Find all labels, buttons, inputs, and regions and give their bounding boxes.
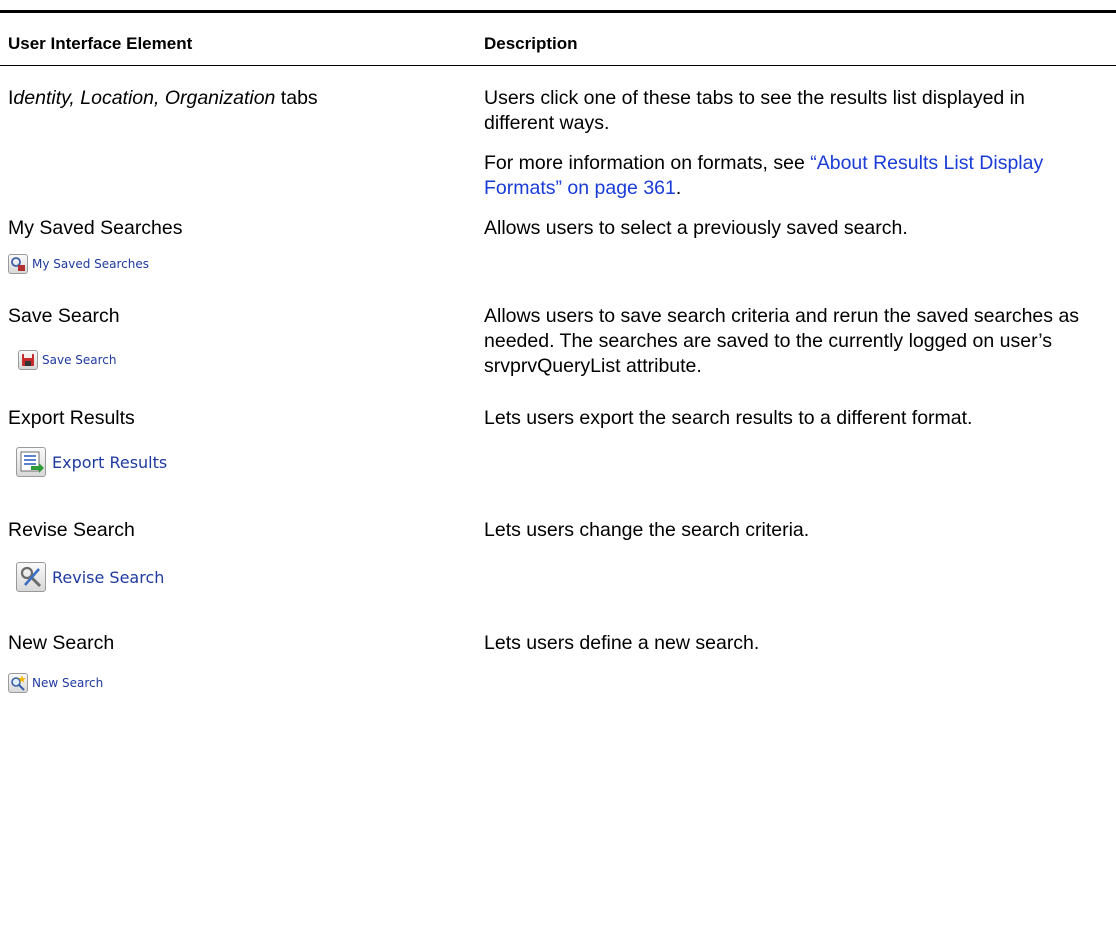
row-export-results-element: Export Results xyxy=(8,407,135,429)
column-header-element: User Interface Element xyxy=(8,34,193,53)
row-saved-searches-element: My Saved Searches xyxy=(8,217,183,239)
row-save-search-description: Allows users to save search criteria and… xyxy=(484,305,1080,377)
export-list-icon xyxy=(16,447,46,477)
saved-searches-icon xyxy=(8,254,28,274)
save-floppy-icon xyxy=(18,350,38,370)
export-results-button[interactable]: Export Results xyxy=(16,447,167,477)
row-tabs-description: Users click one of these tabs to see the… xyxy=(484,87,1044,199)
new-search-button[interactable]: New Search xyxy=(8,673,103,693)
row-tabs-element: Identity, Location, Organization tabs xyxy=(8,87,318,109)
row-new-search-element: New Search xyxy=(8,632,115,654)
new-search-magnifier-icon xyxy=(8,673,28,693)
column-header-description: Description xyxy=(484,34,578,53)
row-export-results-description: Lets users export the search results to … xyxy=(484,407,973,429)
table-top-rule xyxy=(0,10,1116,13)
row-revise-search-description: Lets users change the search criteria. xyxy=(484,519,810,541)
revise-tools-icon xyxy=(16,562,46,592)
header-rule xyxy=(0,65,1116,66)
row-saved-searches-description: Allows users to select a previously save… xyxy=(484,217,908,239)
row-revise-search-element: Revise Search xyxy=(8,519,135,541)
my-saved-searches-button[interactable]: My Saved Searches xyxy=(8,254,149,274)
revise-search-button[interactable]: Revise Search xyxy=(16,562,164,592)
row-save-search-element: Save Search xyxy=(8,305,120,327)
save-search-button[interactable]: Save Search xyxy=(18,350,117,370)
row-new-search-description: Lets users define a new search. xyxy=(484,632,760,654)
